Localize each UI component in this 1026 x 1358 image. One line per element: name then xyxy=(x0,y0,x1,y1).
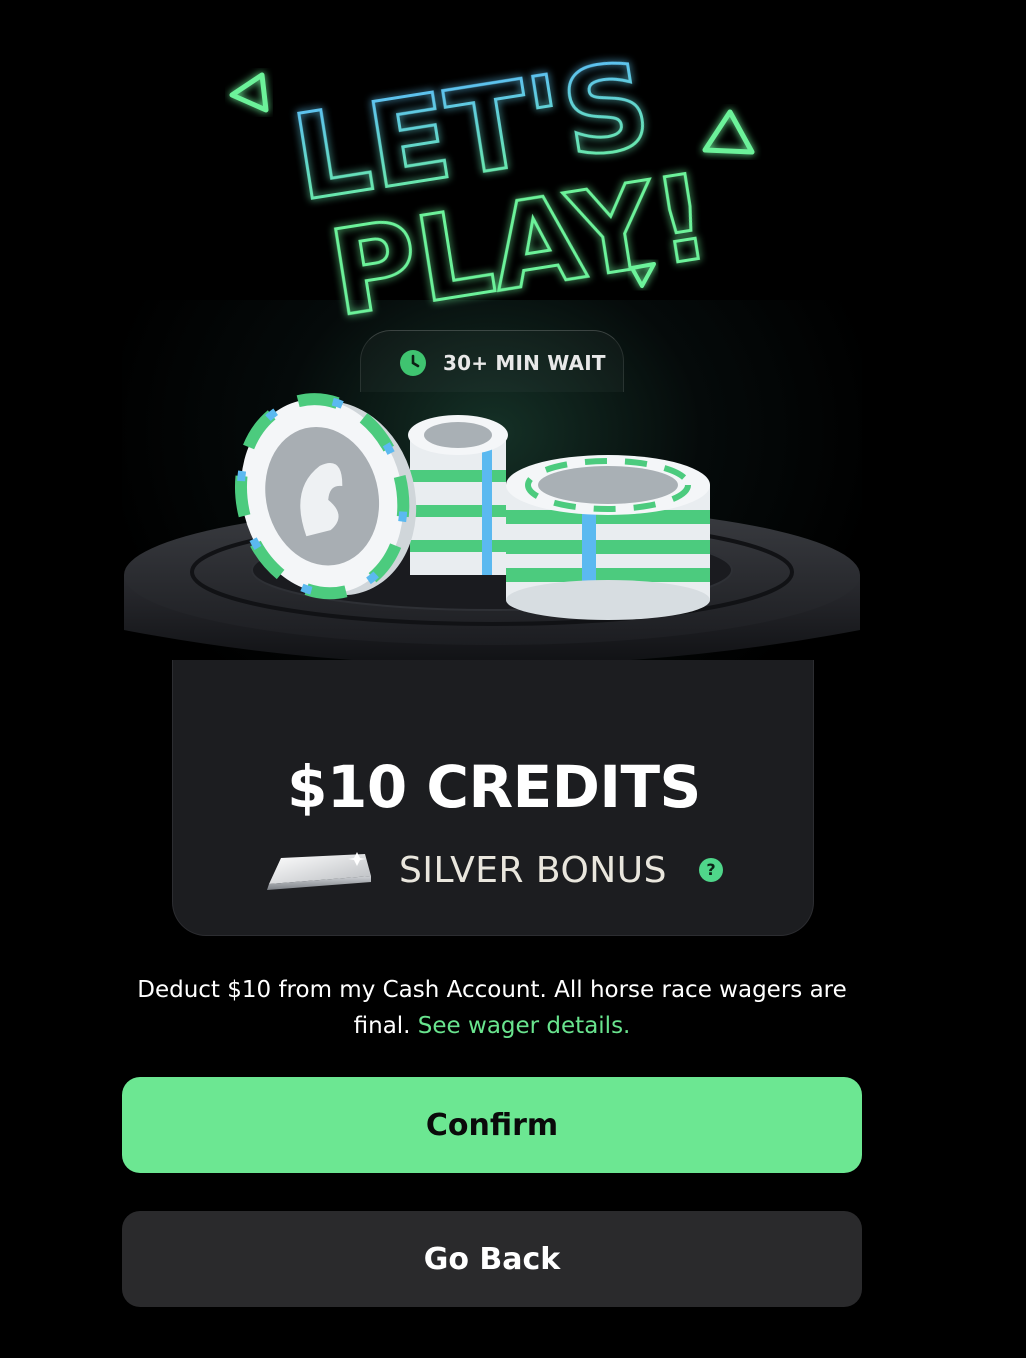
wait-time-label: 30+ MIN WAIT xyxy=(443,351,606,375)
go-back-button[interactable]: Go Back xyxy=(122,1211,862,1307)
neon-headline: LET'S PLAY! xyxy=(229,34,755,340)
chip-stack-right xyxy=(506,455,710,620)
credits-amount: $10 CREDITS xyxy=(287,753,701,821)
wait-time-badge: 30+ MIN WAIT xyxy=(360,330,624,392)
question-icon[interactable]: ? xyxy=(699,858,723,882)
wager-details-link[interactable]: See wager details. xyxy=(418,1013,631,1039)
bonus-label: SILVER BONUS xyxy=(399,850,667,891)
chip-stack-back xyxy=(408,415,508,575)
bonus-row: SILVER BONUS ? xyxy=(173,846,815,896)
clock-icon xyxy=(400,350,426,376)
neon-triangle-right-icon xyxy=(702,109,755,155)
prize-card: $10 CREDITS SILVER BONUS ? xyxy=(172,660,814,936)
silver-bar-icon xyxy=(267,852,371,890)
hero-illustration: LET'S PLAY! 30+ MIN WAIT xyxy=(0,0,1026,740)
wager-disclaimer: Deduct $10 from my Cash Account. All hor… xyxy=(122,972,862,1044)
neon-triangle-left-icon xyxy=(229,72,269,113)
confirm-button[interactable]: Confirm xyxy=(122,1077,862,1173)
